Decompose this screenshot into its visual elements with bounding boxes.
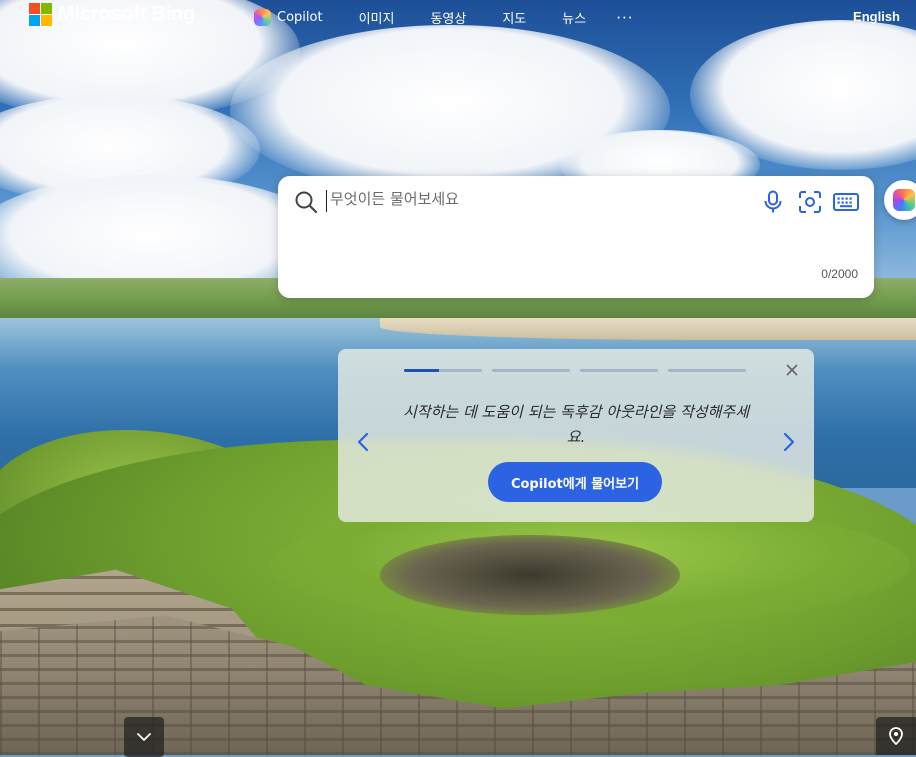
- keyboard-button[interactable]: [832, 188, 860, 216]
- chevron-right-icon[interactable]: [782, 431, 796, 453]
- nav-item-maps[interactable]: 지도: [502, 8, 526, 27]
- close-icon[interactable]: [784, 362, 800, 378]
- text-caret: [326, 190, 327, 212]
- stone-pit: [380, 535, 680, 615]
- chevron-left-icon[interactable]: [356, 431, 370, 453]
- nav-item-label: Copilot: [277, 10, 323, 25]
- progress-segment: [492, 369, 570, 372]
- visual-search-icon: [799, 191, 821, 213]
- search-box: 0/2000: [278, 176, 874, 298]
- suggestion-card: 시작하는 데 도움이 되는 독후감 아웃라인을 작성해주세요. Copilot에…: [338, 349, 814, 522]
- ask-copilot-button[interactable]: Copilot에게 물어보기: [488, 462, 662, 502]
- progress-fill: [404, 369, 440, 372]
- nav-item-videos[interactable]: 동영상: [430, 8, 466, 27]
- chevron-down-icon: [137, 733, 151, 741]
- brand-name: Microsoft Bing: [58, 3, 196, 25]
- nav-item-label: 뉴스: [562, 12, 587, 27]
- bing-logo[interactable]: Microsoft Bing: [29, 3, 195, 26]
- character-count: 0/2000: [821, 267, 858, 281]
- top-bar: Microsoft Bing Copilot 이미지 동영상 지도 뉴스 ···…: [0, 0, 916, 34]
- microphone-icon: [764, 190, 782, 213]
- copilot-button[interactable]: [884, 180, 916, 220]
- language-switch[interactable]: English: [853, 9, 900, 24]
- nav-item-label: 지도: [502, 12, 527, 27]
- nav-item-images[interactable]: 이미지: [359, 8, 395, 27]
- visual-search-button[interactable]: [796, 188, 824, 216]
- progress-segment: [668, 369, 746, 372]
- suggestion-text: 시작하는 데 도움이 되는 독후감 아웃라인을 작성해주세요.: [402, 403, 749, 446]
- nav-item-news[interactable]: 뉴스: [562, 8, 586, 27]
- nav-item-label: 이미지: [358, 12, 395, 27]
- keyboard-icon: [833, 193, 859, 211]
- nav-item-label: 동영상: [430, 12, 467, 27]
- microsoft-logo-icon: [29, 3, 52, 26]
- more-menu-button[interactable]: ···: [616, 9, 633, 27]
- progress-segment: [404, 369, 482, 372]
- copilot-icon: [893, 189, 915, 211]
- top-nav: Copilot 이미지 동영상 지도 뉴스 ···: [254, 8, 634, 27]
- location-button[interactable]: [876, 717, 916, 755]
- scroll-down-button[interactable]: [124, 717, 164, 757]
- progress-segment: [580, 369, 658, 372]
- copilot-icon: [254, 9, 271, 26]
- location-pin-icon: [889, 727, 903, 745]
- search-input[interactable]: [330, 190, 710, 208]
- microphone-button[interactable]: [759, 188, 787, 216]
- carousel-progress: [404, 369, 746, 372]
- search-icon[interactable]: [294, 190, 318, 214]
- nav-item-copilot[interactable]: Copilot: [254, 9, 323, 26]
